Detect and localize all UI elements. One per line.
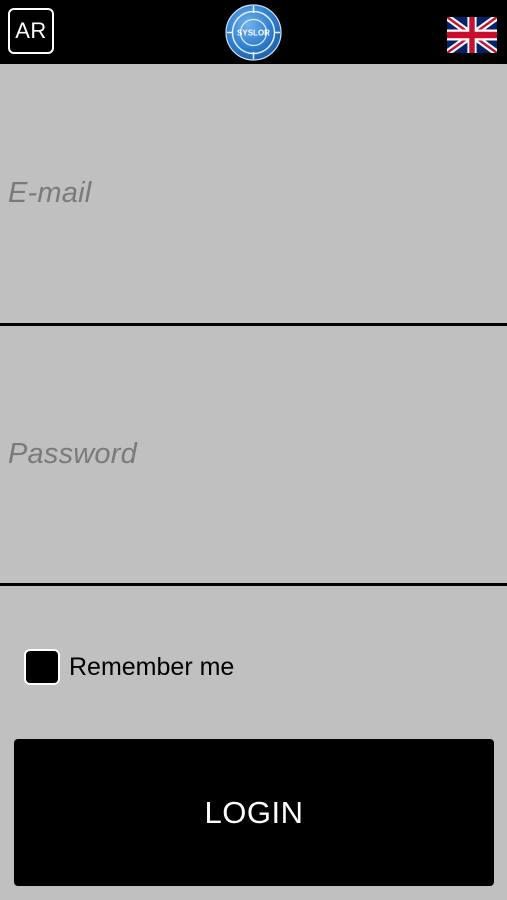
logo-text: SYSLOR xyxy=(237,29,270,38)
remember-me-label: Remember me xyxy=(69,652,235,681)
uk-flag-icon[interactable] xyxy=(447,17,497,53)
password-input[interactable] xyxy=(8,326,498,583)
divider xyxy=(0,583,507,586)
remember-me-checkbox[interactable] xyxy=(24,649,60,685)
email-field-container xyxy=(0,64,507,323)
remember-me-toggle[interactable]: Remember me xyxy=(24,649,234,685)
top-bar: AR SYSLOR xyxy=(0,0,507,64)
syslor-logo: SYSLOR xyxy=(225,4,282,61)
login-button[interactable]: LOGIN xyxy=(14,739,494,886)
password-field-container xyxy=(0,326,507,583)
email-input[interactable] xyxy=(8,64,498,323)
ar-button[interactable]: AR xyxy=(8,8,54,54)
